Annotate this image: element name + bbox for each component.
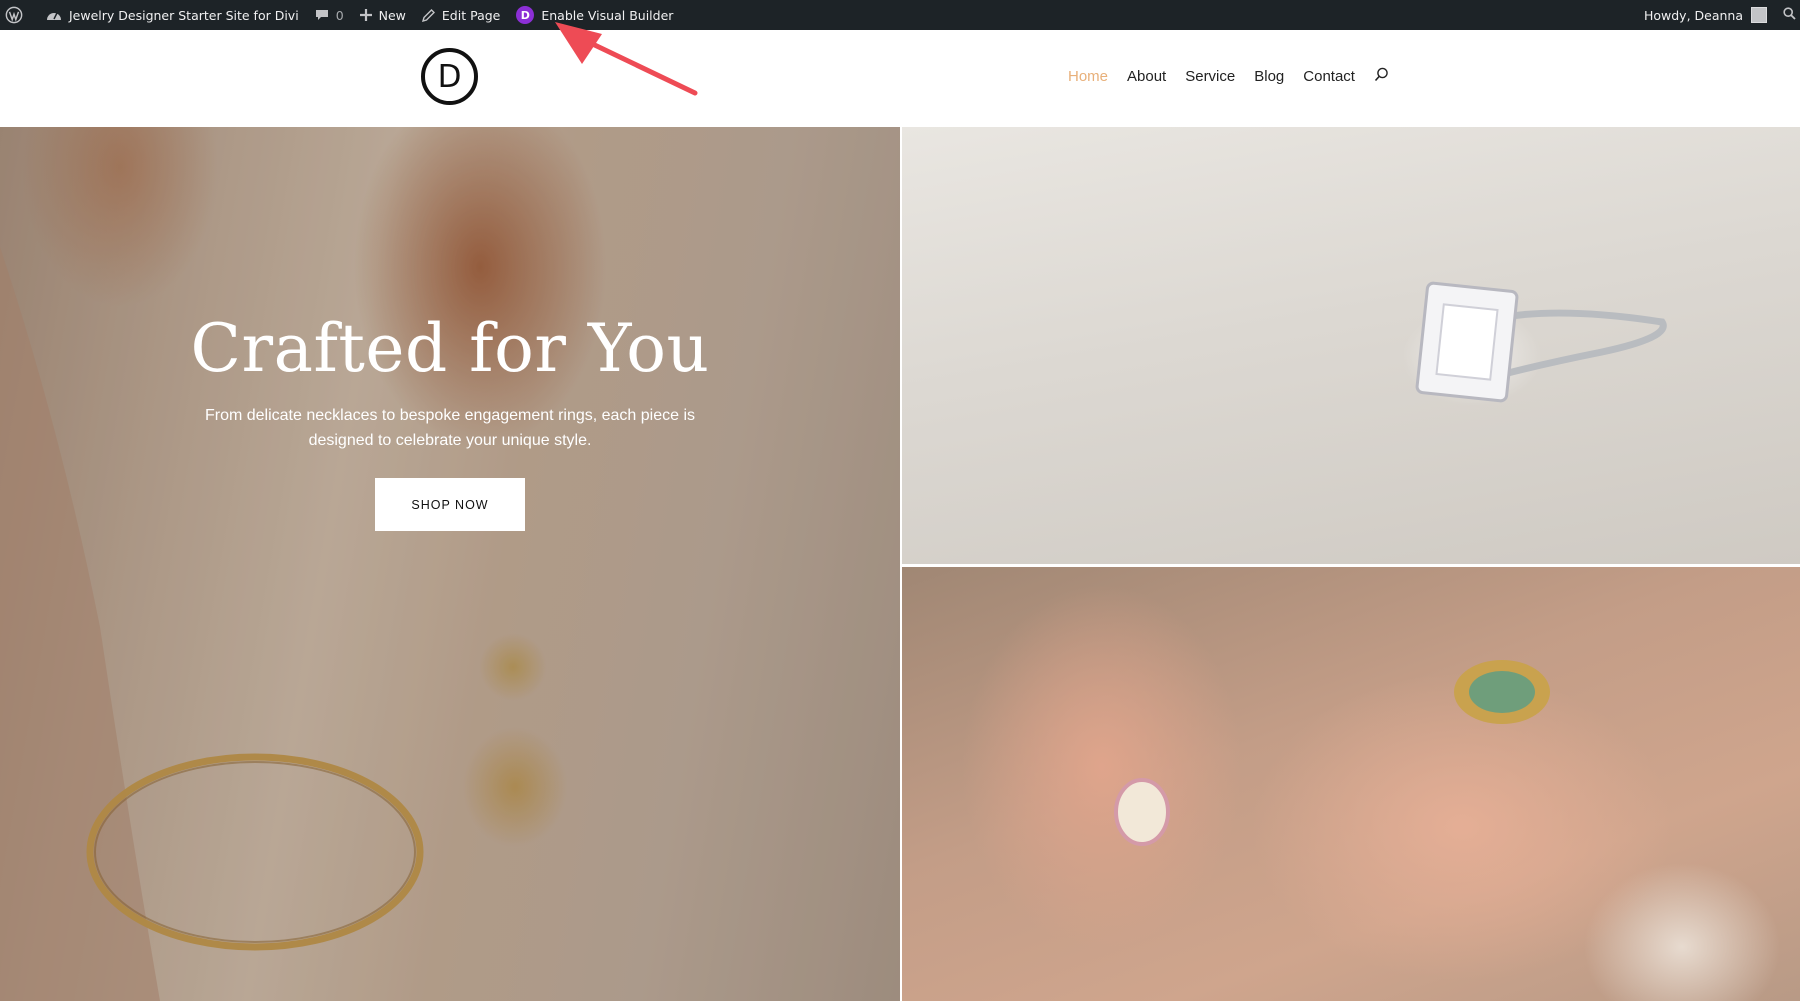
admin-bar: Jewelry Designer Starter Site for Divi 0… xyxy=(0,0,1800,30)
hero-photo xyxy=(0,247,424,1001)
hands-photo xyxy=(902,567,1800,1001)
hero-section: Crafted for You From delicate necklaces … xyxy=(0,127,900,1001)
edit-page-button[interactable]: Edit Page xyxy=(414,0,508,30)
diamond-ring-graphic xyxy=(1415,281,1667,403)
comments-link[interactable]: 0 xyxy=(307,0,352,30)
site-logo[interactable]: D xyxy=(421,48,478,105)
dashboard-icon xyxy=(46,8,62,22)
my-account-menu[interactable]: Howdy, Deanna xyxy=(1639,0,1775,30)
shop-now-button[interactable]: SHOP NOW xyxy=(375,478,525,531)
logo-letter: D xyxy=(437,58,462,95)
edit-page-label: Edit Page xyxy=(441,7,501,23)
wp-logo-button[interactable] xyxy=(0,0,38,30)
wordpress-icon xyxy=(5,6,23,24)
site-name: Jewelry Designer Starter Site for Divi xyxy=(69,7,299,23)
nav-contact[interactable]: Contact xyxy=(1303,68,1355,85)
hands-rings-graphic xyxy=(1114,660,1550,846)
pencil-icon xyxy=(421,8,435,22)
comment-bubble-icon xyxy=(315,8,329,22)
nav-about[interactable]: About xyxy=(1127,68,1166,85)
search-icon[interactable] xyxy=(1374,67,1389,86)
new-content-button[interactable]: New xyxy=(352,0,414,30)
divi-icon: D xyxy=(516,6,535,24)
hero-subtitle: From delicate necklaces to bespoke engag… xyxy=(204,407,696,449)
annotation-arrow xyxy=(555,22,698,96)
main-nav: Home About Service Blog Contact xyxy=(1068,67,1389,86)
search-icon xyxy=(1783,7,1796,23)
nav-service[interactable]: Service xyxy=(1185,68,1235,85)
admin-search-button[interactable] xyxy=(1775,0,1800,30)
greeting: Howdy, Deanna xyxy=(1643,7,1743,23)
site-header: D Home About Service Blog Contact xyxy=(0,30,1800,127)
comments-count: 0 xyxy=(335,7,344,23)
new-label: New xyxy=(378,7,406,23)
avatar xyxy=(1751,7,1767,23)
plus-icon xyxy=(359,9,372,21)
nav-blog[interactable]: Blog xyxy=(1254,68,1284,85)
hero-title: Crafted for You xyxy=(190,310,710,387)
ring-photo xyxy=(902,127,1800,564)
site-name-link[interactable]: Jewelry Designer Starter Site for Divi xyxy=(38,0,307,30)
nav-home[interactable]: Home xyxy=(1068,68,1108,85)
